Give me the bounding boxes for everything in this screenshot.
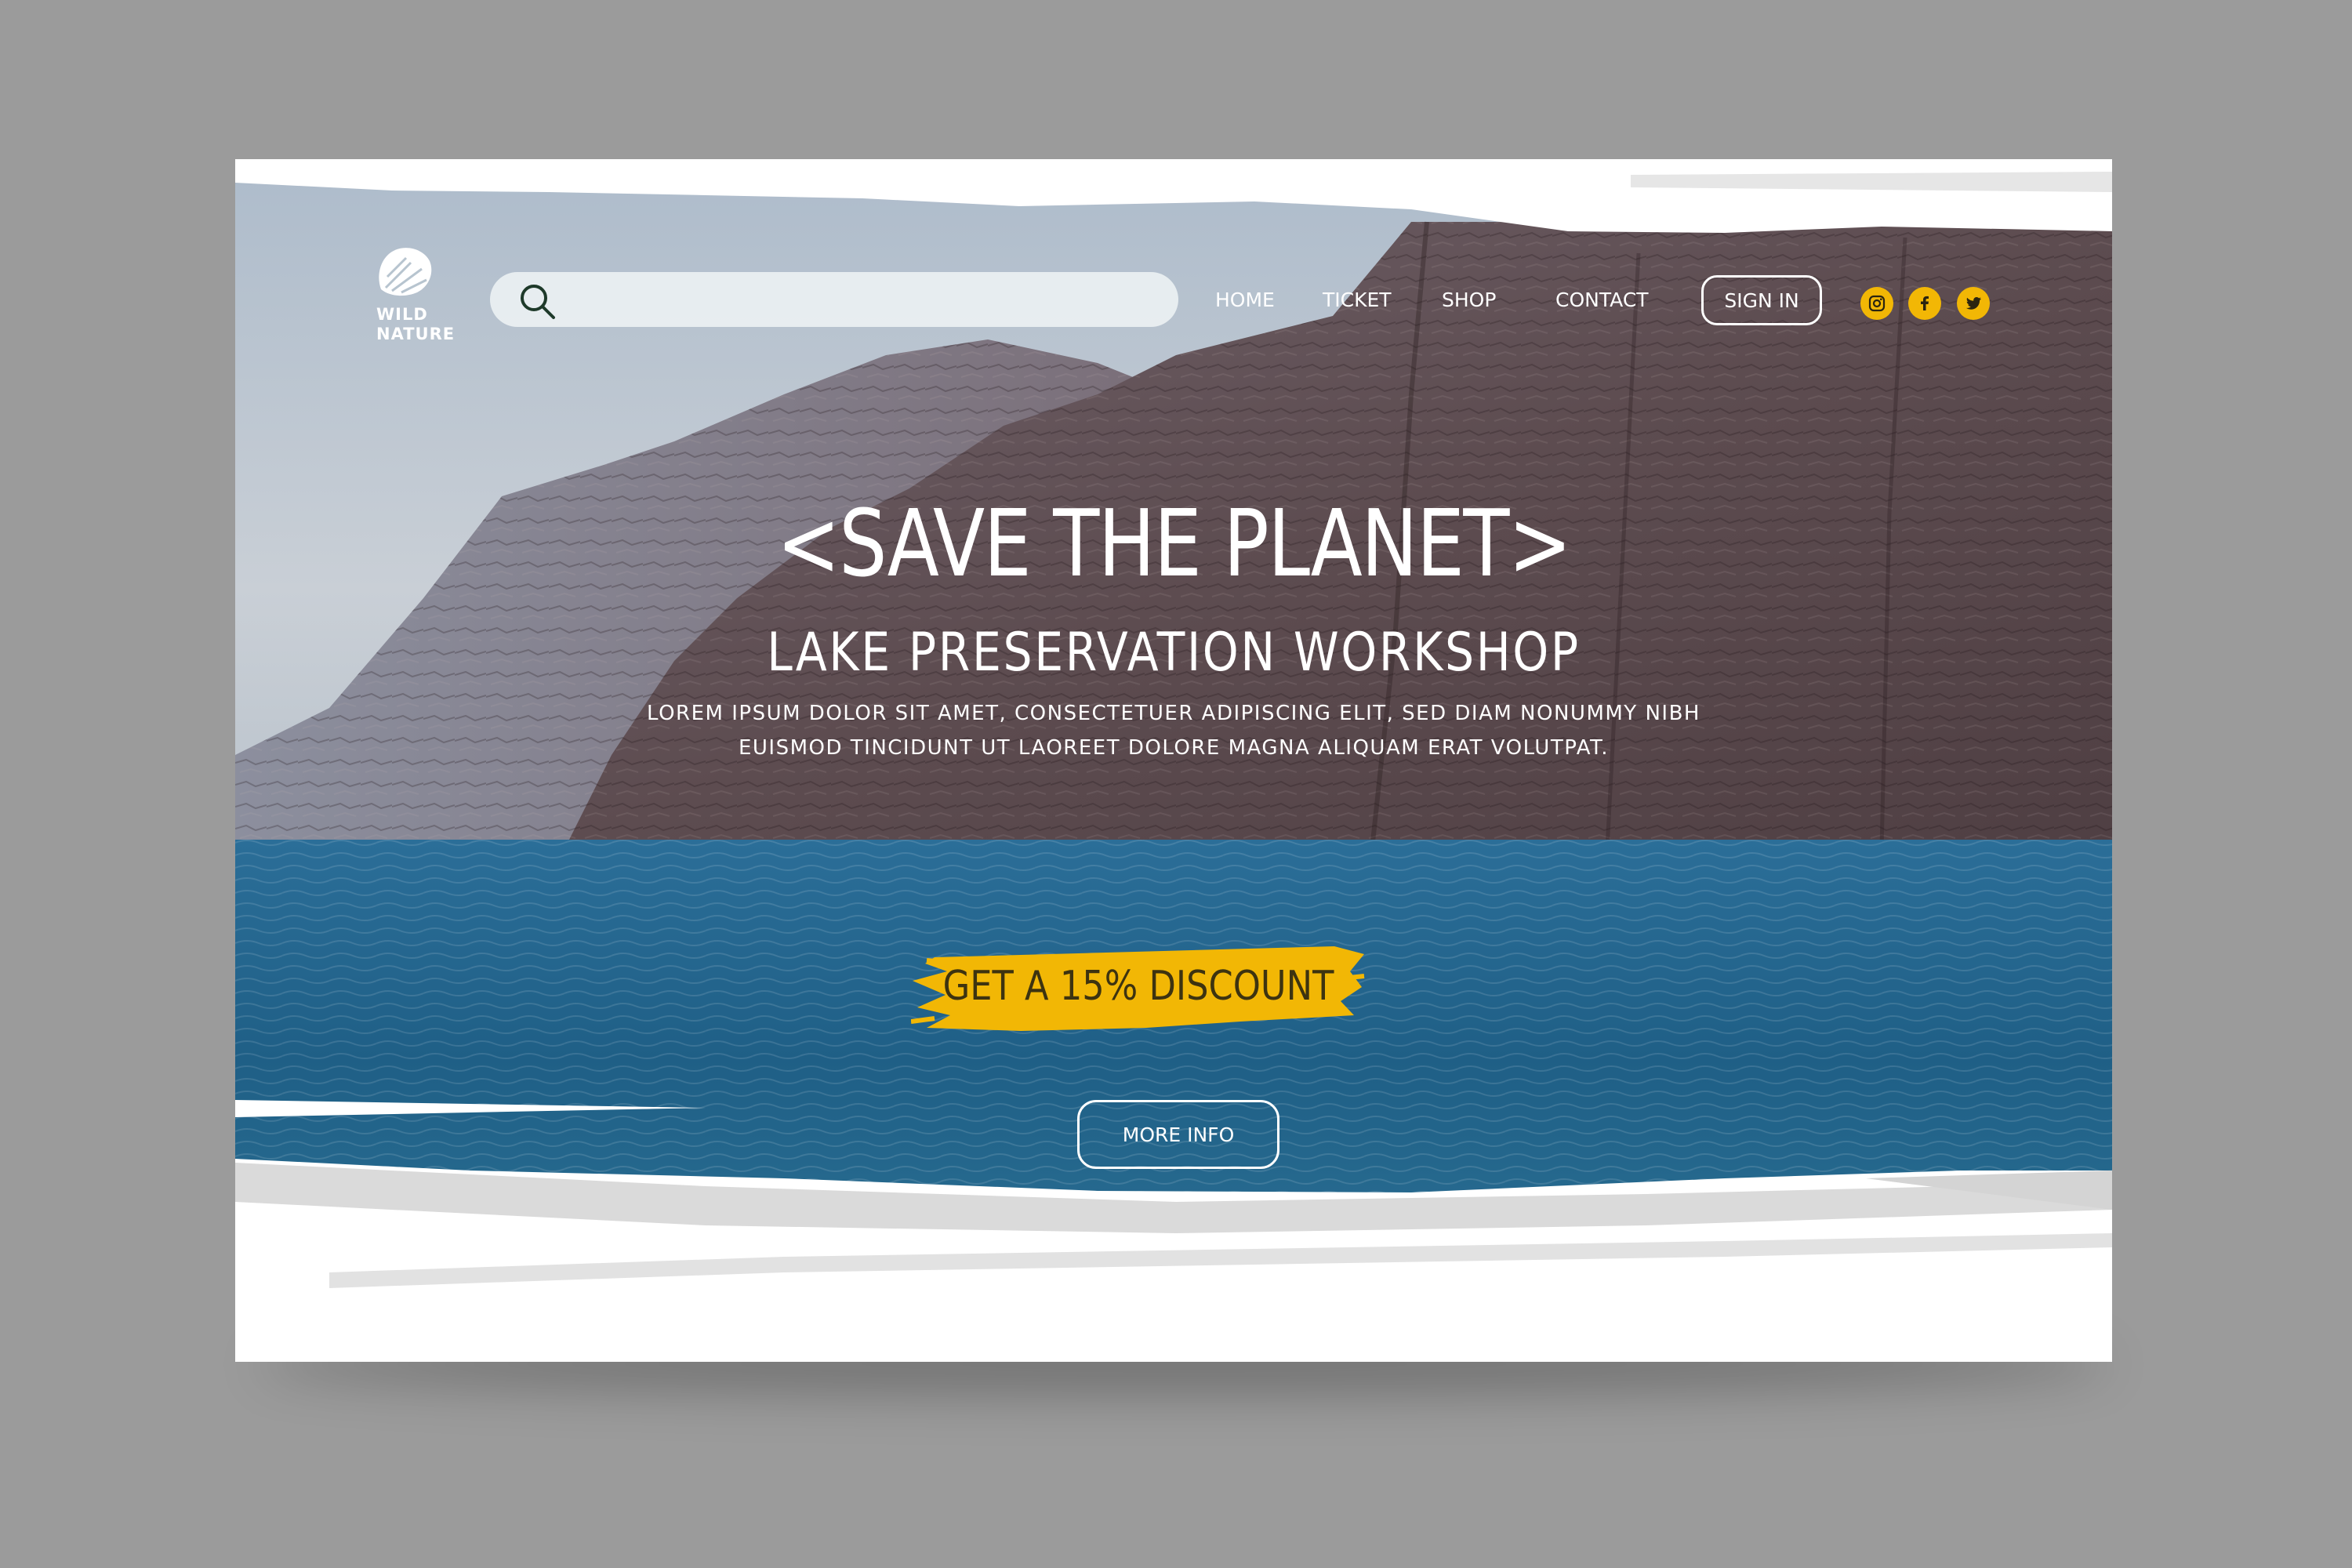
hero-description: LOREM IPSUM DOLOR SIT AMET, CONSECTETUER… (235, 696, 2112, 765)
hero-description-line-1: LOREM IPSUM DOLOR SIT AMET, CONSECTETUER… (647, 702, 1700, 725)
hero-description-line-2: EUISMOD TINCIDUNT UT LAOREET DOLORE MAGN… (738, 736, 1610, 760)
brand-logo[interactable]: WILD NATURE (375, 245, 461, 347)
instagram-icon[interactable] (1860, 287, 1893, 320)
discount-banner[interactable]: GET A 15% DISCOUNT (911, 940, 1366, 1033)
facebook-icon[interactable] (1908, 287, 1941, 320)
hero-title: <SAVE THE PLANET> (776, 489, 1572, 597)
search-bar[interactable] (490, 272, 1178, 327)
nav-item-shop[interactable]: SHOP (1442, 289, 1496, 311)
brand-name: WILD NATURE (376, 305, 456, 343)
more-info-button[interactable]: MORE INFO (1077, 1100, 1279, 1169)
search-input[interactable] (568, 281, 1152, 319)
twitter-icon[interactable] (1957, 287, 1990, 320)
search-icon[interactable] (518, 282, 556, 320)
landing-page-card: WILD NATURE HOME TICKET SHOP CONTACT SIG… (235, 159, 2112, 1362)
hero-subtitle: LAKE PRESERVATION WORKSHOP (767, 622, 1581, 684)
sign-in-button[interactable]: SIGN IN (1701, 275, 1822, 325)
monstera-leaf-icon (379, 248, 432, 296)
discount-label: GET A 15% DISCOUNT (942, 963, 1334, 1010)
nav-item-ticket[interactable]: TICKET (1323, 289, 1392, 311)
nav-item-contact[interactable]: CONTACT (1555, 289, 1649, 311)
nav-item-home[interactable]: HOME (1215, 289, 1275, 311)
